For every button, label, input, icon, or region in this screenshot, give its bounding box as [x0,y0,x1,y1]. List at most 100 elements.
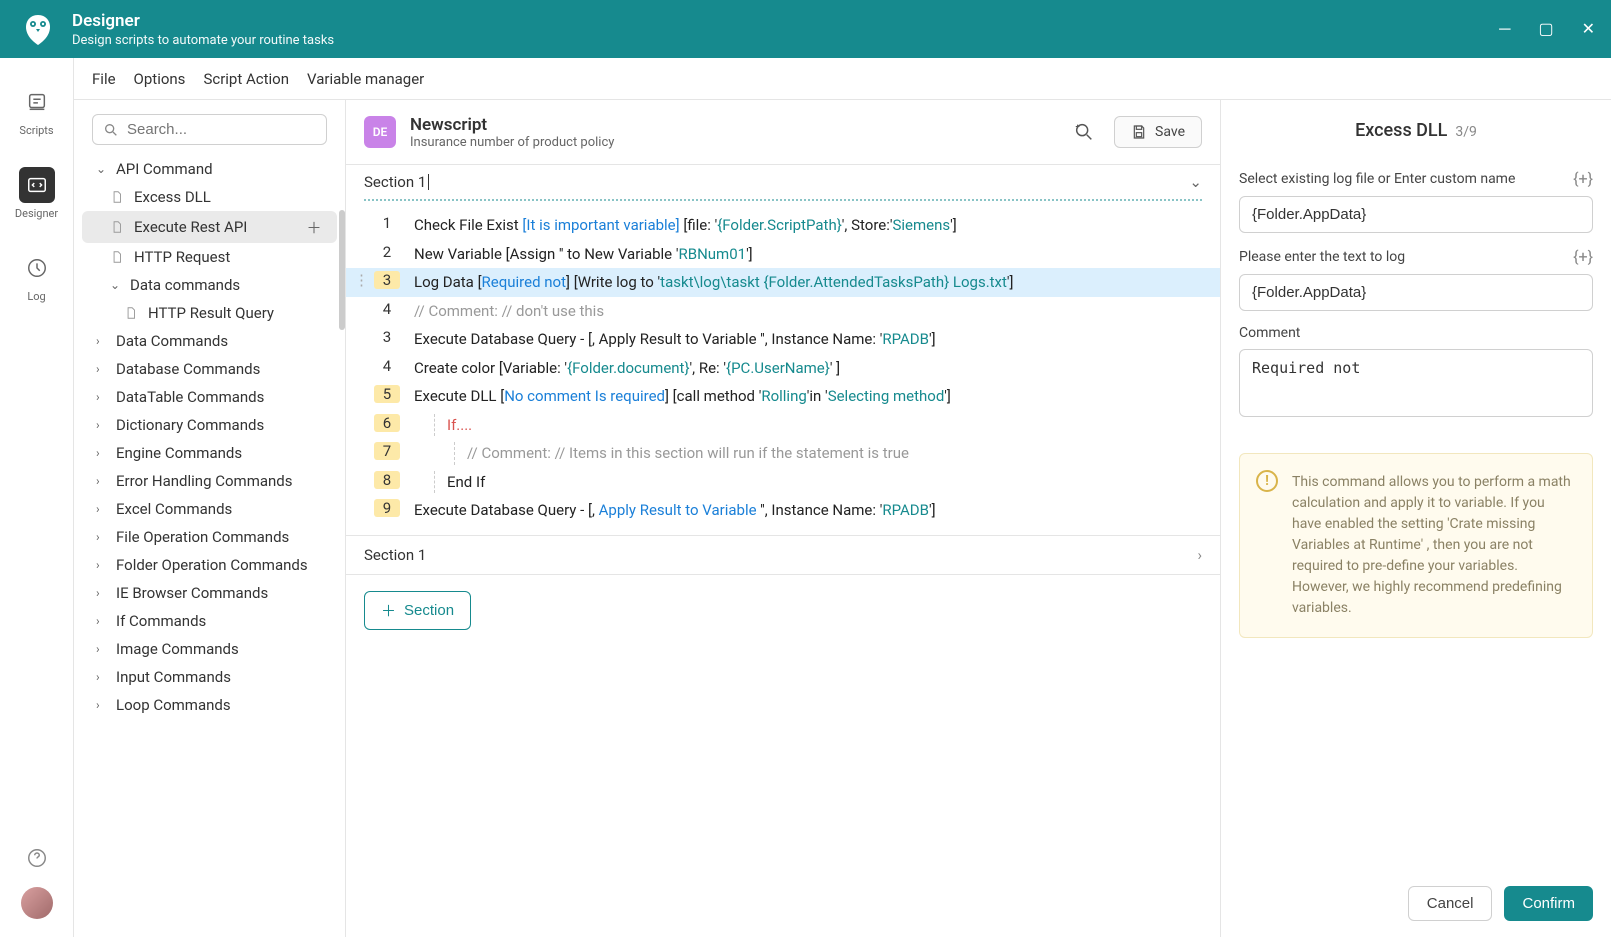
script-line[interactable]: ⋮⋮1Check File Exist [It is important var… [346,211,1220,240]
add-section-button[interactable]: ＋ Section [364,591,471,630]
tree-item-dictionary-commands[interactable]: ›Dictionary Commands [74,411,345,439]
properties-panel: Excess DLL 3/9 Select existing log file … [1221,100,1611,937]
tree-item-http-result-query[interactable]: HTTP Result Query [74,299,345,327]
menubar: File Options Script Action Variable mana… [74,58,1611,100]
line-number: 4 [374,357,400,375]
menu-variable-manager[interactable]: Variable manager [307,70,424,88]
script-line[interactable]: ⋮⋮8End If [346,468,1220,497]
tree-item-data-commands-nested[interactable]: ⌄Data commands [74,271,345,299]
tree-item-ie-browser-commands[interactable]: ›IE Browser Commands [74,579,345,607]
log-file-input[interactable] [1239,196,1593,233]
tree-item-api-command[interactable]: ⌄API Command [74,155,345,183]
chevron-down-icon: ⌄ [110,278,124,292]
chevron-right-icon: › [96,362,110,376]
line-number: 3 [374,328,400,346]
close-icon[interactable]: ✕ [1582,19,1595,39]
insert-variable-icon[interactable]: {+} [1573,169,1593,188]
props-count: 3/9 [1455,124,1477,140]
tree-item-http-request[interactable]: HTTP Request [74,243,345,271]
tree-item-datatable-commands[interactable]: ›DataTable Commands [74,383,345,411]
script-title: Newscript [410,115,1052,135]
confirm-button[interactable]: Confirm [1504,886,1593,921]
line-content: Execute DLL [No comment Is required] [ca… [414,385,1202,408]
search-variables-icon[interactable] [1066,114,1102,150]
field-label-log-file: Select existing log file or Enter custom… [1239,171,1515,187]
chevron-right-icon: › [96,614,110,628]
chevron-right-icon: › [1197,546,1202,564]
log-icon [19,250,55,286]
file-icon [124,306,140,320]
tree-item-file-operation-commands[interactable]: ›File Operation Commands [74,523,345,551]
script-line[interactable]: ⋮⋮3Execute Database Query - [, Apply Res… [346,325,1220,354]
chevron-down-icon[interactable]: ⌄ [1189,173,1202,191]
menu-file[interactable]: File [92,70,116,88]
nav-rail: Scripts Designer Log [0,58,74,937]
tree-item-excess-dll[interactable]: Excess DLL [74,183,345,211]
section-1-footer[interactable]: Section 1 › [346,535,1220,575]
help-icon[interactable] [26,847,48,869]
file-icon [110,220,126,234]
app-subtitle: Design scripts to automate your routine … [72,33,1499,48]
line-content: End If [434,471,1202,494]
rail-item-log[interactable]: Log [0,244,73,309]
insert-variable-icon[interactable]: {+} [1573,247,1593,266]
add-command-button[interactable]: ＋ [303,216,325,238]
maximize-icon[interactable]: ▢ [1538,19,1553,39]
tree-item-data-commands[interactable]: ›Data Commands [74,327,345,355]
minimize-icon[interactable]: ─ [1499,19,1510,39]
tree-item-folder-operation-commands[interactable]: ›Folder Operation Commands [74,551,345,579]
rail-item-scripts[interactable]: Scripts [0,78,73,143]
script-line[interactable]: ⋮⋮4// Comment: // don't use this [346,297,1220,326]
tree-item-execute-rest-api[interactable]: Execute Rest API ＋ [82,211,337,243]
chevron-down-icon: ⌄ [96,162,110,176]
script-line[interactable]: ⋮⋮4Create color [Variable: '{Folder.docu… [346,354,1220,383]
rail-label: Log [27,290,45,303]
tree-item-database-commands[interactable]: ›Database Commands [74,355,345,383]
tree-item-engine-commands[interactable]: ›Engine Commands [74,439,345,467]
user-avatar[interactable] [21,887,53,919]
comment-input[interactable] [1239,349,1593,417]
drag-handle-icon[interactable]: ⋮⋮ [354,271,374,289]
chevron-right-icon: › [96,670,110,684]
line-number: 6 [374,414,400,432]
chevron-right-icon: › [96,334,110,348]
tree-item-input-commands[interactable]: ›Input Commands [74,663,345,691]
scrollbar[interactable] [339,210,345,330]
props-title: Excess DLL [1355,120,1447,141]
file-icon [110,250,126,264]
section-1-header[interactable]: Section 1 ⌄ [346,165,1220,199]
tree-item-if-commands[interactable]: ›If Commands [74,607,345,635]
save-button[interactable]: Save [1114,116,1202,148]
tree-item-excel-commands[interactable]: ›Excel Commands [74,495,345,523]
field-label-text-to-log: Please enter the text to log [1239,249,1405,265]
cancel-button[interactable]: Cancel [1408,886,1493,921]
tree-item-image-commands[interactable]: ›Image Commands [74,635,345,663]
script-line[interactable]: ⋮⋮7// Comment: // Items in this section … [346,439,1220,468]
menu-options[interactable]: Options [134,70,186,88]
tree-item-loop-commands[interactable]: ›Loop Commands [74,691,345,719]
line-content: Check File Exist [It is important variab… [414,214,1202,237]
search-input[interactable] [127,121,316,138]
script-line[interactable]: ⋮⋮9Execute Database Query - [, Apply Res… [346,496,1220,525]
script-line[interactable]: ⋮⋮2New Variable [Assign '' to New Variab… [346,240,1220,269]
menu-script-action[interactable]: Script Action [203,70,289,88]
rail-label: Designer [15,207,58,220]
script-line[interactable]: ⋮⋮3Log Data [Required not] [Write log to… [346,268,1220,297]
chevron-right-icon: › [96,642,110,656]
script-line[interactable]: ⋮⋮5Execute DLL [No comment Is required] … [346,382,1220,411]
save-icon [1131,124,1147,140]
text-to-log-input[interactable] [1239,274,1593,311]
rail-item-designer[interactable]: Designer [0,161,73,226]
line-number: 2 [374,243,400,261]
tree-item-error-handling-commands[interactable]: ›Error Handling Commands [74,467,345,495]
rail-label: Scripts [19,124,53,137]
search-input-wrap[interactable] [92,114,327,145]
script-line[interactable]: ⋮⋮6If.... [346,411,1220,440]
chevron-right-icon: › [96,502,110,516]
info-icon: ! [1256,470,1278,492]
titlebar: Designer Design scripts to automate your… [0,0,1611,58]
line-number: 7 [374,442,400,460]
chevron-right-icon: › [96,390,110,404]
script-badge: DE [364,116,396,148]
script-subtitle: Insurance number of product policy [410,135,1052,150]
